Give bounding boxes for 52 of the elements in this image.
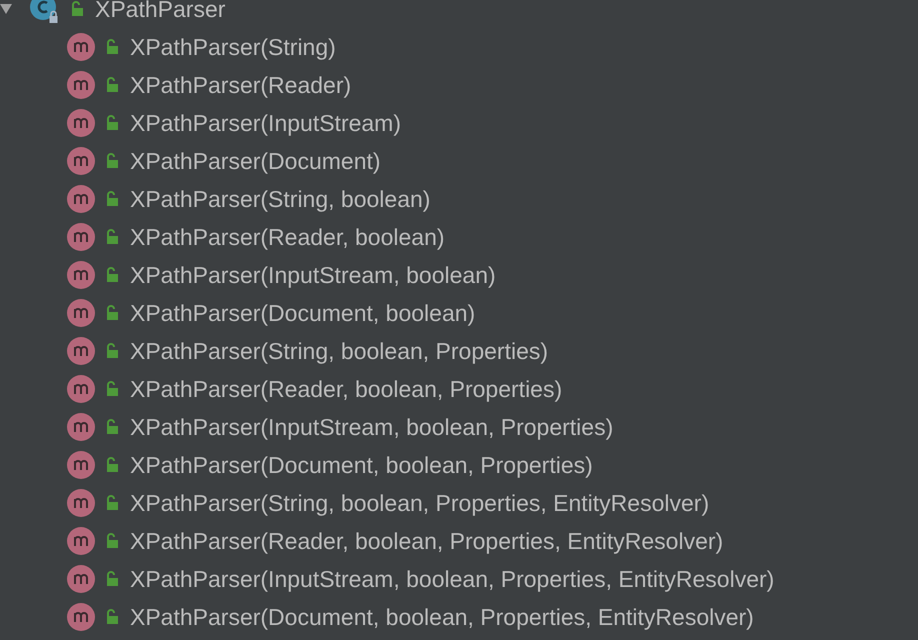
tree-item-label[interactable]: XPathParser(String, boolean): [130, 182, 430, 216]
tree-item-label[interactable]: XPathParser(Document, boolean): [130, 296, 476, 330]
tree-item-label[interactable]: XPathParser(InputStream): [130, 106, 402, 140]
method-icon: [67, 413, 95, 441]
tree-item-label[interactable]: XPathParser(Reader): [130, 68, 352, 102]
method-icon: [67, 261, 95, 289]
tree-item-label[interactable]: XPathParser(Reader, boolean, Properties): [130, 372, 562, 406]
method-icon: [67, 451, 95, 479]
class-icon: [30, 0, 60, 24]
unlocked-padlock-icon: [105, 571, 119, 587]
method-icon: [67, 33, 95, 61]
tree-item-label[interactable]: XPathParser(Reader, boolean): [130, 220, 445, 254]
unlocked-padlock-icon: [105, 457, 119, 473]
unlocked-padlock-icon: [105, 191, 119, 207]
unlocked-padlock-icon: [105, 115, 119, 131]
method-icon: [67, 603, 95, 631]
unlocked-padlock-icon: [105, 229, 119, 245]
tree-item-label[interactable]: XPathParser(InputStream, boolean): [130, 258, 496, 292]
tree-item-label[interactable]: XPathParser(InputStream, boolean, Properties, EntityResolver): [130, 562, 774, 596]
method-icon: [67, 527, 95, 555]
method-icon: [67, 565, 95, 593]
unlocked-padlock-icon: [105, 419, 119, 435]
unlocked-padlock-icon: [105, 77, 119, 93]
expand-arrow-icon[interactable]: [0, 3, 12, 15]
method-icon: [67, 337, 95, 365]
tree-item-label[interactable]: XPathParser(Document, boolean, Properties): [130, 448, 593, 482]
method-icon: [67, 71, 95, 99]
method-icon: [67, 375, 95, 403]
tree-item-label[interactable]: XPathParser(Reader, boolean, Properties, EntityResolver): [130, 524, 724, 558]
method-icon: [67, 299, 95, 327]
method-icon: [67, 109, 95, 137]
unlocked-padlock-icon: [105, 343, 119, 359]
unlocked-padlock-icon: [105, 381, 119, 397]
unlocked-padlock-icon: [105, 533, 119, 549]
tree-item-label[interactable]: XPathParser(String, boolean, Properties, EntityResolver): [130, 486, 710, 520]
unlocked-padlock-icon: [105, 267, 119, 283]
unlocked-padlock-icon: [70, 1, 84, 17]
unlocked-padlock-icon: [105, 609, 119, 625]
unlocked-padlock-icon: [105, 305, 119, 321]
tree-item-label[interactable]: XPathParser(Document, boolean, Properties, EntityResolver): [130, 600, 754, 634]
tree-item-label[interactable]: XPathParser(String): [130, 30, 336, 64]
tree-item-label[interactable]: XPathParser: [95, 0, 226, 26]
unlocked-padlock-icon: [105, 495, 119, 511]
tree-item-label[interactable]: XPathParser(Document): [130, 144, 381, 178]
method-icon: [67, 147, 95, 175]
method-icon: [67, 489, 95, 517]
method-icon: [67, 185, 95, 213]
tree-item-label[interactable]: XPathParser(InputStream, boolean, Properties): [130, 410, 614, 444]
unlocked-padlock-icon: [105, 153, 119, 169]
method-icon: [67, 223, 95, 251]
unlocked-padlock-icon: [105, 39, 119, 55]
tree-item-label[interactable]: XPathParser(String, boolean, Properties): [130, 334, 548, 368]
